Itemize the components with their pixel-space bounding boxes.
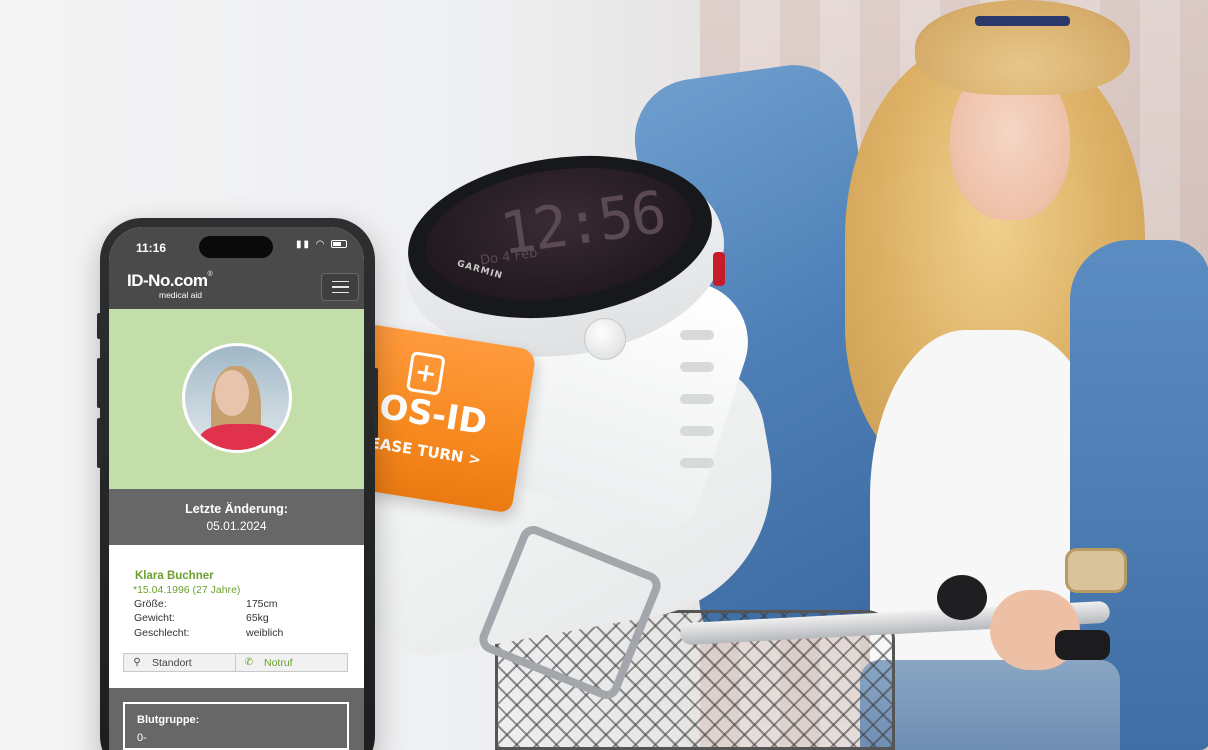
dynamic-island [199,236,273,258]
location-label: Standort [152,656,192,669]
emergency-label: Notruf [264,656,293,669]
blood-type-card: Blutgruppe: 0- [123,702,349,750]
avatar [182,343,292,453]
battery-icon [331,240,348,249]
woman-jeans [860,660,1120,750]
info-value: 175cm [246,598,278,610]
info-value: weiblich [246,627,284,639]
status-bar: 11:16 ▮▮ ◠ [109,227,364,269]
blood-type-value: 0- [137,732,147,744]
straw-hat [915,0,1130,95]
last-change-banner: Letzte Änderung: 05.01.2024 [109,489,364,545]
signal-icon: ▮▮ [296,239,312,250]
watch-red-button [713,252,725,286]
info-value: 65kg [246,612,269,624]
watch-button [584,318,626,360]
info-label: Größe: [134,598,167,610]
logo-subtitle: medical aid [159,290,202,300]
phone-volume-down [97,418,101,468]
emergency-call-button[interactable]: ✆ Notruf [235,653,348,672]
info-label: Gewicht: [134,612,175,624]
id-no-logo[interactable]: ID-No.com® medical aid [127,271,213,300]
phone-power-button [374,368,378,438]
last-change-label: Letzte Änderung: [185,502,288,516]
phone-icon: ✆ [244,657,254,668]
phone-action-button [97,313,101,339]
bike-bell [937,575,987,620]
app-header: ID-No.com® medical aid [109,269,364,309]
status-icons: ▮▮ ◠ [296,239,348,250]
last-change-date: 05.01.2024 [206,519,267,533]
person-birth: *15.04.1996 (27 Jahre) [133,584,241,596]
wifi-icon: ◠ [315,239,327,250]
logo-registered: ® [207,271,213,278]
person-name: Klara Buchner [135,570,214,582]
phone-volume-up [97,358,101,408]
map-pin-icon: ⚲ [133,657,141,668]
logo-text: ID-No.com [127,271,208,290]
medical-cross-icon: + [405,350,446,396]
bike-grip [1055,630,1110,660]
blood-type-section: Blutgruppe: 0- [109,688,364,750]
hamburger-menu-icon[interactable] [321,273,359,301]
hat-band [975,16,1070,26]
blood-type-label: Blutgruppe: [137,714,200,726]
info-label: Geschlecht: [134,627,190,639]
woman-wrist-watch [1065,548,1127,593]
phone-screen: 11:16 ▮▮ ◠ ID-No.com® medical aid Letzte… [109,227,364,750]
location-button[interactable]: ⚲ Standort [123,653,236,672]
action-buttons: ⚲ Standort ✆ Notruf [123,653,349,673]
status-time: 11:16 [136,241,167,255]
profile-header [109,309,364,489]
watch-strap-holes [680,330,720,490]
